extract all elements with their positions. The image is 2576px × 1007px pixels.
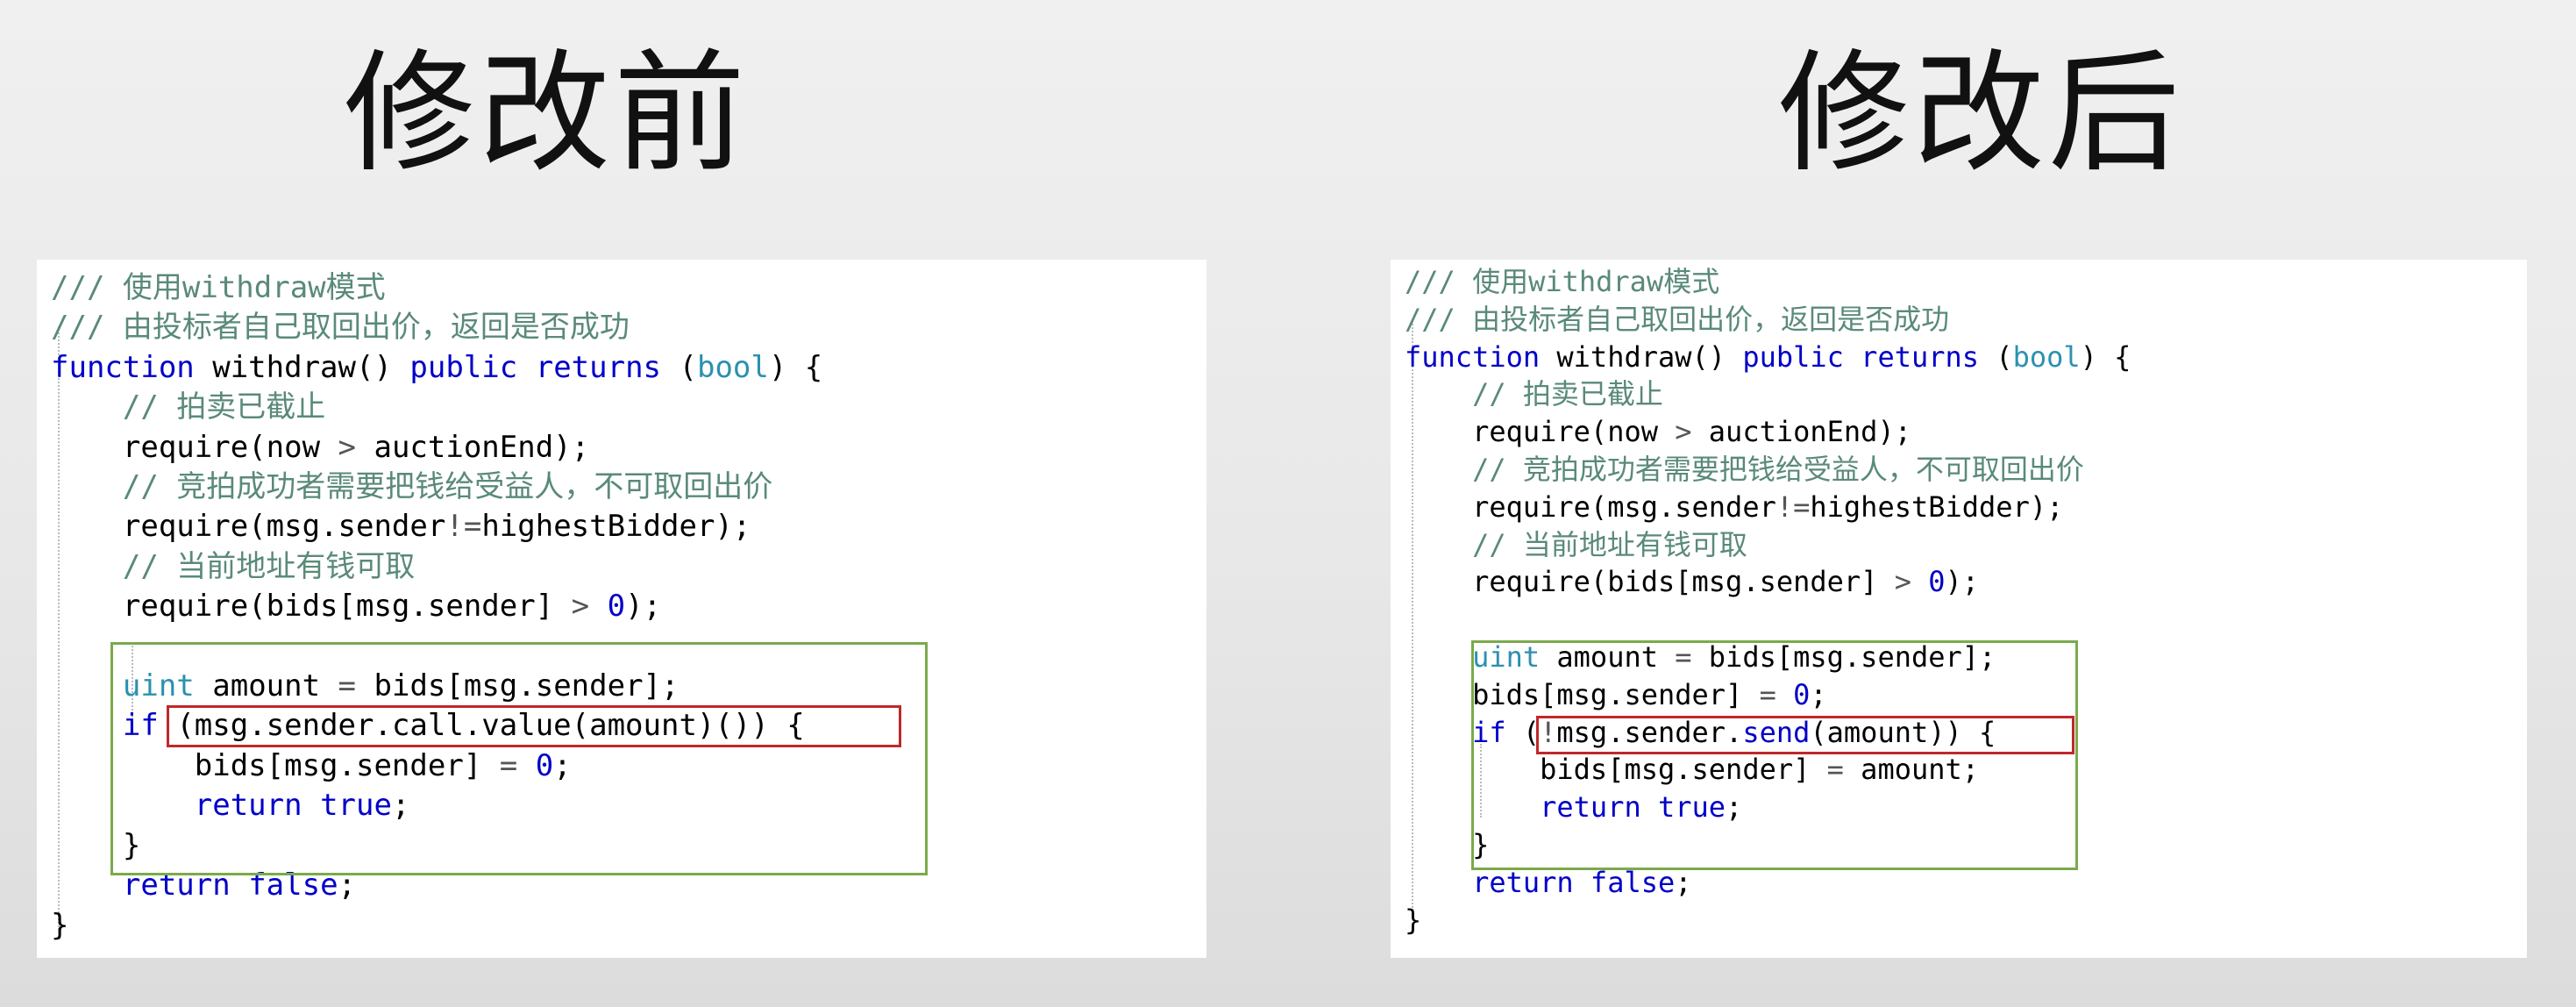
- code-keyword: public: [409, 349, 518, 385]
- code-line: require(bids[msg.sender] > 0);: [122, 589, 662, 625]
- code-comment: /// 由投标者自己取回出价，返回是否成功: [51, 310, 630, 346]
- code-comment: /// 由投标者自己取回出价，返回是否成功: [1405, 302, 1950, 336]
- code-line: }: [51, 907, 69, 943]
- code-line: require(now > auctionEnd);: [122, 429, 590, 465]
- code-text: ) {: [768, 349, 823, 385]
- code-keyword: function: [51, 349, 195, 385]
- code-line: }: [1405, 903, 1422, 937]
- code-panel-after: /// 使用withdraw模式 /// 由投标者自己取回出价，返回是否成功 fun…: [1391, 260, 2527, 958]
- title-after: 修改后: [1778, 38, 2184, 190]
- code-line: require(msg.sender!=highestBidder);: [122, 509, 751, 545]
- code-comment: // 拍卖已截止: [122, 389, 326, 425]
- code-text: ) {: [2080, 339, 2131, 374]
- code-line: // 当前地址有钱可取: [1405, 526, 2131, 564]
- code-line-function: function withdraw() public returns (bool…: [1405, 339, 2131, 376]
- code-keyword: returns: [535, 349, 662, 385]
- code-text: withdraw(): [1540, 339, 1743, 374]
- code-text: (: [661, 349, 697, 385]
- code-line-function: function withdraw() public returns (bool…: [51, 348, 822, 388]
- code-keyword: return: [1472, 865, 1574, 899]
- code-comment: // 拍卖已截止: [1472, 377, 1663, 411]
- code-keyword: public: [1742, 339, 1844, 374]
- code-comment: // 竞拍成功者需要把钱给受益人，不可取回出价: [122, 469, 773, 505]
- code-type: bool: [2012, 339, 2081, 374]
- code-comment: // 当前地址有钱可取: [122, 548, 416, 584]
- title-before: 修改前: [344, 38, 750, 190]
- code-text: (: [1979, 339, 2013, 374]
- code-line: // 当前地址有钱可取: [51, 547, 822, 587]
- code-comment: // 竞拍成功者需要把钱给受益人，不可取回出价: [1472, 452, 2084, 486]
- code-text: withdraw(): [194, 349, 410, 385]
- code-comment: /// 使用withdraw模式: [51, 270, 386, 305]
- code-keyword: returns: [1861, 339, 1980, 374]
- code-line: // 拍卖已截止: [51, 388, 822, 427]
- code-panel-before: /// 使用withdraw模式 /// 由投标者自己取回出价，返回是否成功 fun…: [37, 260, 1206, 958]
- code-line: // 竞拍成功者需要把钱给受益人，不可取回出价: [51, 468, 822, 507]
- code-line: require(msg.sender!=highestBidder);: [1472, 489, 2064, 524]
- highlight-box-green: [1471, 640, 2078, 870]
- code-type: bool: [696, 349, 769, 385]
- code-line: require(bids[msg.sender] > 0);: [1472, 565, 1980, 599]
- highlight-box-red: [167, 705, 901, 747]
- highlight-box-red: [1536, 716, 2074, 754]
- code-line: // 拍卖已截止: [1405, 375, 2131, 413]
- code-line: // 竞拍成功者需要把钱给受益人，不可取回出价: [1405, 451, 2131, 489]
- code-comment: // 当前地址有钱可取: [1472, 527, 1747, 561]
- code-line: require(now > auctionEnd);: [1472, 415, 1911, 449]
- code-comment: /// 使用withdraw模式: [1405, 265, 1720, 298]
- highlight-box-green: [110, 642, 928, 875]
- code-keyword: function: [1405, 339, 1541, 374]
